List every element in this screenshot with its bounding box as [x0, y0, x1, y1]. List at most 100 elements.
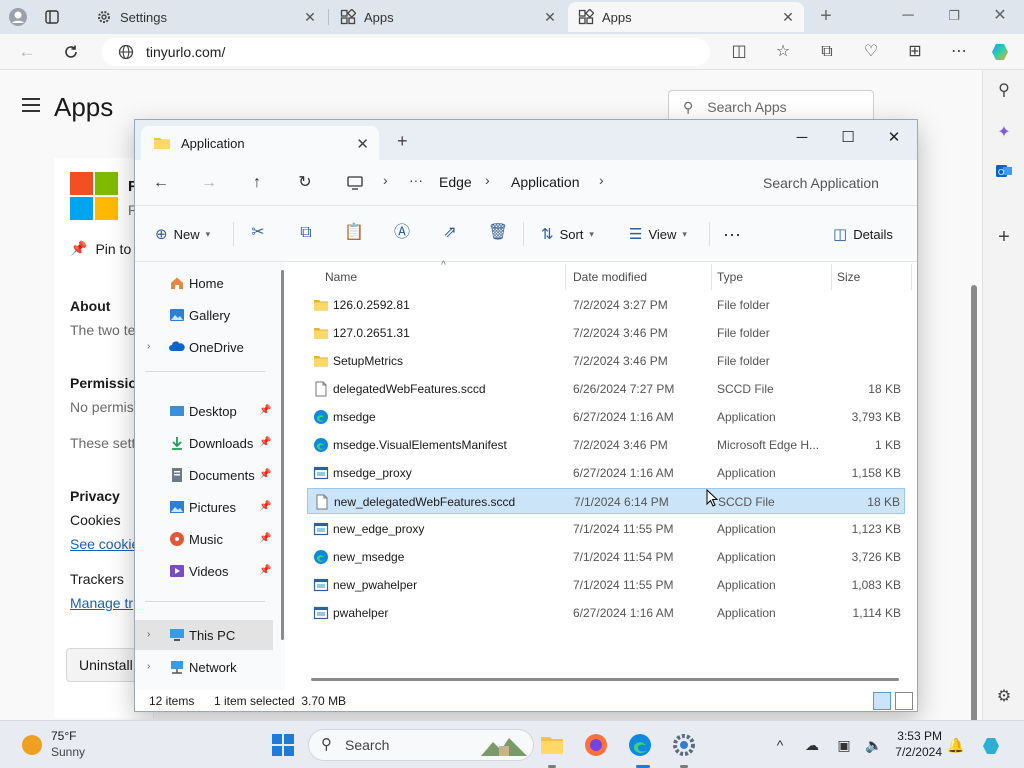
volume-icon[interactable]: 🔈 — [864, 735, 884, 755]
column-header-date[interactable]: Date modified — [573, 270, 647, 284]
close-window-button[interactable]: ✕ — [873, 124, 915, 152]
sort-button[interactable]: ⇅ Sort ▾ — [541, 224, 594, 244]
tab-apps[interactable]: Apps ✕ — [330, 2, 566, 32]
column-divider[interactable] — [711, 264, 712, 290]
explorer-search-input[interactable]: Search Application — [747, 168, 915, 198]
file-row[interactable]: 126.0.2592.81 7/2/2024 3:27 PM File folder — [307, 292, 905, 318]
file-row[interactable]: msedge.VisualElementsManifest 7/2/2024 3:… — [307, 432, 905, 458]
see-more-button[interactable]: ··· — [723, 224, 741, 244]
taskbar-search-box[interactable]: ⚲ Search — [308, 729, 534, 761]
search-icon[interactable]: ⚲ — [993, 80, 1015, 102]
refresh-button[interactable] — [58, 40, 84, 64]
nav-item-downloads[interactable]: Downloads 📌 — [135, 428, 285, 458]
pin-button[interactable]: 📌 Pin to — [70, 240, 131, 257]
back-button[interactable]: ← — [149, 172, 173, 194]
nav-item-network[interactable]: › Network — [135, 652, 285, 682]
details-view-icon[interactable] — [873, 692, 891, 710]
back-button[interactable]: ← — [14, 40, 40, 64]
show-hidden-icons-chevron-up-icon[interactable]: ^ — [770, 735, 790, 755]
explorer-tab-application[interactable]: Application ✕ — [141, 126, 379, 160]
nav-item-gallery[interactable]: Gallery — [135, 300, 285, 330]
browser-essentials-icon[interactable]: ♡ — [860, 41, 882, 63]
see-cookies-link[interactable]: See cookie — [70, 536, 139, 552]
delete-icon[interactable]: 🗑 — [487, 222, 509, 244]
forward-button[interactable]: → — [197, 172, 221, 194]
file-row[interactable]: msedge 6/27/2024 1:16 AM Application 3,793 … — [307, 404, 905, 430]
start-windows-icon[interactable] — [272, 734, 294, 756]
minimize-button[interactable]: ─ — [781, 124, 823, 152]
clock-date[interactable]: 7/2/2024 — [890, 745, 942, 759]
breadcrumb-chevron-icon[interactable]: › — [599, 172, 604, 188]
horizontal-scrollbar[interactable] — [311, 678, 899, 681]
edge-taskbar-icon[interactable] — [626, 731, 654, 759]
chevron-right-icon[interactable]: › — [147, 629, 150, 640]
file-row[interactable]: pwahelper 6/27/2024 1:16 AM Application 1,1… — [307, 600, 905, 626]
column-divider[interactable] — [831, 264, 832, 290]
copilot-icon[interactable] — [990, 41, 1012, 63]
menu-hamburger-icon[interactable] — [22, 98, 40, 112]
view-button[interactable]: ☰ View ▾ — [629, 224, 687, 244]
cut-icon[interactable]: ✂ — [247, 222, 269, 244]
column-header-name[interactable]: Name — [325, 270, 357, 284]
new-button[interactable]: ⊕ New ▾ — [155, 224, 210, 244]
share-icon[interactable]: ⇗ — [439, 222, 461, 244]
file-row[interactable]: new_delegatedWebFeatures.sccd 7/1/2024 6:… — [307, 488, 905, 514]
extensions-icon[interactable]: ⊞ — [904, 41, 926, 63]
nav-pane-scrollbar[interactable] — [281, 270, 284, 640]
minimize-button[interactable]: ─ — [888, 4, 928, 28]
more-options-icon[interactable]: ⋯ — [948, 41, 970, 63]
firefox-icon[interactable] — [582, 731, 610, 759]
clock-time[interactable]: 3:53 PM — [896, 729, 942, 743]
file-row[interactable]: 127.0.2651.31 7/2/2024 3:46 PM File folder — [307, 320, 905, 346]
breadcrumb-chevron-icon[interactable]: › — [383, 172, 388, 188]
refresh-button[interactable]: ↻ — [293, 172, 317, 194]
chevron-right-icon[interactable]: › — [147, 661, 150, 672]
details-button[interactable]: ◫ Details — [833, 224, 893, 244]
nav-item-pictures[interactable]: Pictures 📌 — [135, 492, 285, 522]
file-row[interactable]: new_pwahelper 7/1/2024 11:55 PM Applicatio… — [307, 572, 905, 598]
file-row[interactable]: msedge_proxy 6/27/2024 1:16 AM Application… — [307, 460, 905, 486]
profile-button[interactable] — [8, 2, 36, 32]
pin-icon[interactable]: 📌 — [259, 565, 271, 576]
restore-button[interactable]: ❐ — [934, 4, 974, 28]
pin-icon[interactable]: 📌 — [259, 405, 271, 416]
breadcrumb-edge[interactable]: Edge — [439, 174, 472, 190]
file-row[interactable]: SetupMetrics 7/2/2024 3:46 PM File folder — [307, 348, 905, 374]
pin-icon[interactable]: 📌 — [259, 533, 271, 544]
file-row[interactable]: new_edge_proxy 7/1/2024 11:55 PM Applicati… — [307, 516, 905, 542]
breadcrumb-chevron-icon[interactable]: › — [485, 172, 490, 188]
settings-gear-taskbar-icon[interactable] — [670, 731, 698, 759]
nav-item-home[interactable]: Home — [135, 268, 285, 298]
this-pc-icon[interactable] — [343, 172, 367, 194]
new-tab-button[interactable]: + — [397, 131, 408, 152]
close-tab-icon[interactable]: ✕ — [542, 9, 558, 25]
favorites-star-icon[interactable]: ☆ — [772, 41, 794, 63]
outlook-icon[interactable]: O — [993, 162, 1015, 184]
breadcrumb-application[interactable]: Application — [511, 174, 580, 190]
close-tab-icon[interactable]: ✕ — [356, 135, 369, 153]
up-button[interactable]: ↑ — [245, 172, 269, 194]
split-screen-icon[interactable]: ◫ — [728, 41, 750, 63]
copilot-sidebar-icon[interactable]: ✦ — [993, 122, 1015, 144]
chevron-right-icon[interactable]: › — [147, 341, 150, 352]
nav-item-this-pc[interactable]: › This PC — [135, 620, 273, 650]
file-row[interactable]: delegatedWebFeatures.sccd 6/26/2024 7:27 … — [307, 376, 905, 402]
file-row[interactable]: new_msedge 7/1/2024 11:54 PM Application 3,… — [307, 544, 905, 570]
new-tab-button[interactable]: + — [806, 4, 846, 28]
manage-trackers-link[interactable]: Manage tr — [70, 595, 133, 611]
maximize-button[interactable]: ☐ — [827, 124, 869, 152]
page-scrollbar[interactable] — [971, 285, 977, 768]
copilot-taskbar-icon[interactable] — [980, 735, 1004, 755]
close-tab-icon[interactable]: ✕ — [302, 9, 318, 25]
file-explorer-taskbar-icon[interactable] — [538, 731, 566, 759]
cloud-offline-icon[interactable]: ☁ — [802, 735, 822, 755]
more-breadcrumbs-icon[interactable]: ··· — [409, 172, 423, 188]
pin-icon[interactable]: 📌 — [259, 437, 271, 448]
collections-icon[interactable]: ⧉ — [816, 41, 838, 63]
large-icons-view-icon[interactable] — [895, 692, 913, 710]
nav-item-music[interactable]: Music 📌 — [135, 524, 285, 554]
column-divider[interactable] — [565, 264, 566, 290]
paste-icon[interactable]: 📋 — [343, 222, 365, 244]
column-header-size[interactable]: Size — [837, 270, 860, 284]
column-header-type[interactable]: Type — [717, 270, 743, 284]
